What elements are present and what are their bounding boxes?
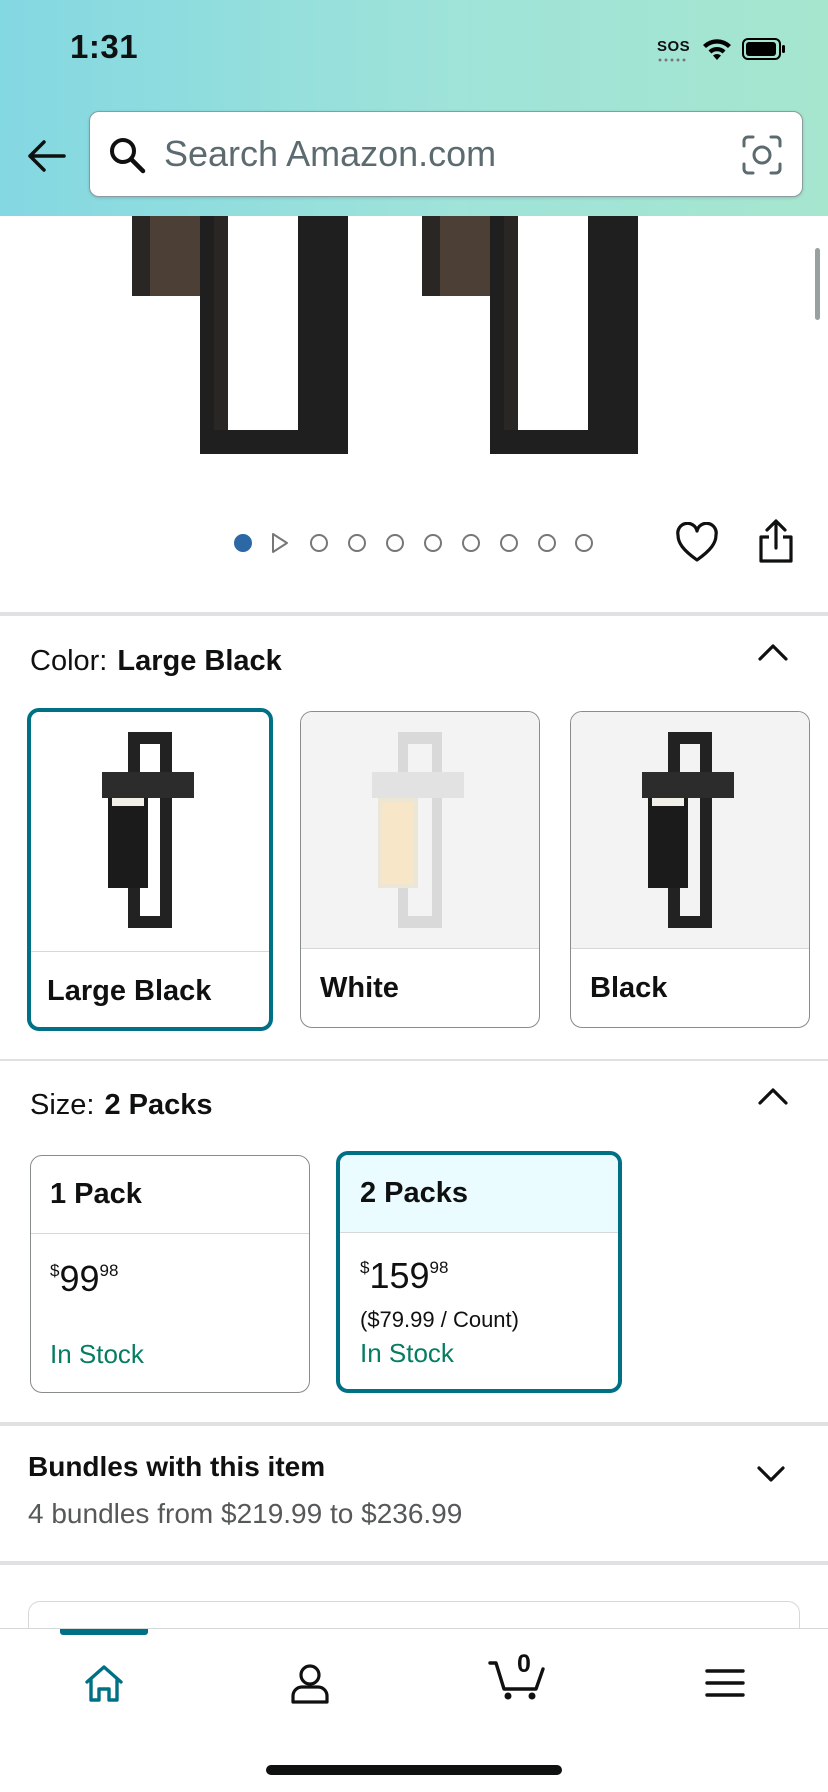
size-option-title: 1 Pack <box>31 1156 309 1234</box>
divider <box>0 1561 828 1565</box>
selected-color-value: Large Black <box>117 645 282 677</box>
color-thumbnail <box>31 712 269 952</box>
cart-count-badge: 0 <box>517 1650 531 1678</box>
divider <box>0 1422 828 1426</box>
price-whole: 159 <box>369 1255 430 1296</box>
size-option-2-packs[interactable]: 2 Packs $15998 ($79.99 / Count) In Stock <box>336 1151 622 1393</box>
wifi-icon <box>703 39 731 60</box>
gallery-dot[interactable] <box>310 534 328 552</box>
color-option-black[interactable]: Black <box>570 711 810 1028</box>
bundles-title: Bundles with this item <box>28 1451 326 1482</box>
search-bar[interactable] <box>89 111 803 197</box>
sos-indicator: SOS <box>657 38 691 62</box>
heart-icon[interactable] <box>675 522 719 564</box>
color-label-text: Color: <box>30 645 108 677</box>
color-label: Color: Large Black <box>30 645 282 678</box>
home-indicator[interactable] <box>266 1765 562 1775</box>
color-option-large-black[interactable]: Large Black <box>27 708 273 1031</box>
share-icon[interactable] <box>756 518 796 564</box>
price: $9998 <box>50 1258 118 1300</box>
status-time: 1:31 <box>70 28 139 65</box>
gallery-dot[interactable] <box>500 534 518 552</box>
chevron-down-icon[interactable] <box>756 1464 786 1484</box>
gallery-dot[interactable] <box>348 534 366 552</box>
account-icon[interactable] <box>289 1663 331 1705</box>
active-tab-indicator <box>60 1629 148 1635</box>
search-icon <box>110 138 146 174</box>
unit-price: ($79.99 / Count) <box>360 1307 519 1332</box>
menu-icon[interactable] <box>705 1667 745 1699</box>
gallery-dot[interactable] <box>575 534 593 552</box>
header: 1:31 SOS <box>0 0 828 216</box>
color-option-label: White <box>320 972 399 1004</box>
lamp-black-small-image <box>642 732 734 928</box>
price: $15998 <box>360 1255 448 1297</box>
video-play-icon[interactable] <box>270 532 290 554</box>
divider <box>0 1059 828 1061</box>
size-option-1-pack[interactable]: 1 Pack $9998 In Stock <box>30 1155 310 1393</box>
stock-status: In Stock <box>50 1339 144 1369</box>
gallery-dot[interactable] <box>234 534 252 552</box>
gallery-dot[interactable] <box>386 534 404 552</box>
divider <box>0 612 828 616</box>
gallery-dot[interactable] <box>538 534 556 552</box>
home-icon[interactable] <box>83 1663 125 1705</box>
gallery-dot[interactable] <box>424 534 442 552</box>
lamp-white-image <box>372 732 464 928</box>
bundles-subtitle: 4 bundles from $219.99 to $236.99 <box>28 1498 463 1529</box>
search-input[interactable] <box>164 124 724 184</box>
price-fraction: 98 <box>429 1258 449 1277</box>
size-option-title: 2 Packs <box>340 1155 618 1233</box>
stock-status: In Stock <box>360 1338 454 1368</box>
battery-icon <box>742 38 785 60</box>
product-image[interactable] <box>0 216 828 516</box>
color-thumbnail <box>571 712 809 949</box>
price-whole: 99 <box>59 1258 100 1299</box>
back-arrow-icon[interactable] <box>24 134 68 178</box>
scrollbar[interactable] <box>815 248 820 320</box>
size-label-text: Size: <box>30 1089 95 1121</box>
color-option-label: Large Black <box>47 975 212 1007</box>
camera-lens-icon[interactable] <box>741 134 783 176</box>
selected-size-value: 2 Packs <box>104 1089 213 1121</box>
price-fraction: 98 <box>99 1261 119 1280</box>
lamp-black-image <box>102 732 194 928</box>
size-label: Size: 2 Packs <box>30 1089 213 1122</box>
color-thumbnail <box>301 712 539 949</box>
chevron-up-icon[interactable] <box>756 1085 790 1107</box>
chevron-up-icon[interactable] <box>756 641 790 663</box>
gallery-dot[interactable] <box>462 534 480 552</box>
color-option-white[interactable]: White <box>300 711 540 1028</box>
color-option-label: Black <box>590 972 668 1004</box>
